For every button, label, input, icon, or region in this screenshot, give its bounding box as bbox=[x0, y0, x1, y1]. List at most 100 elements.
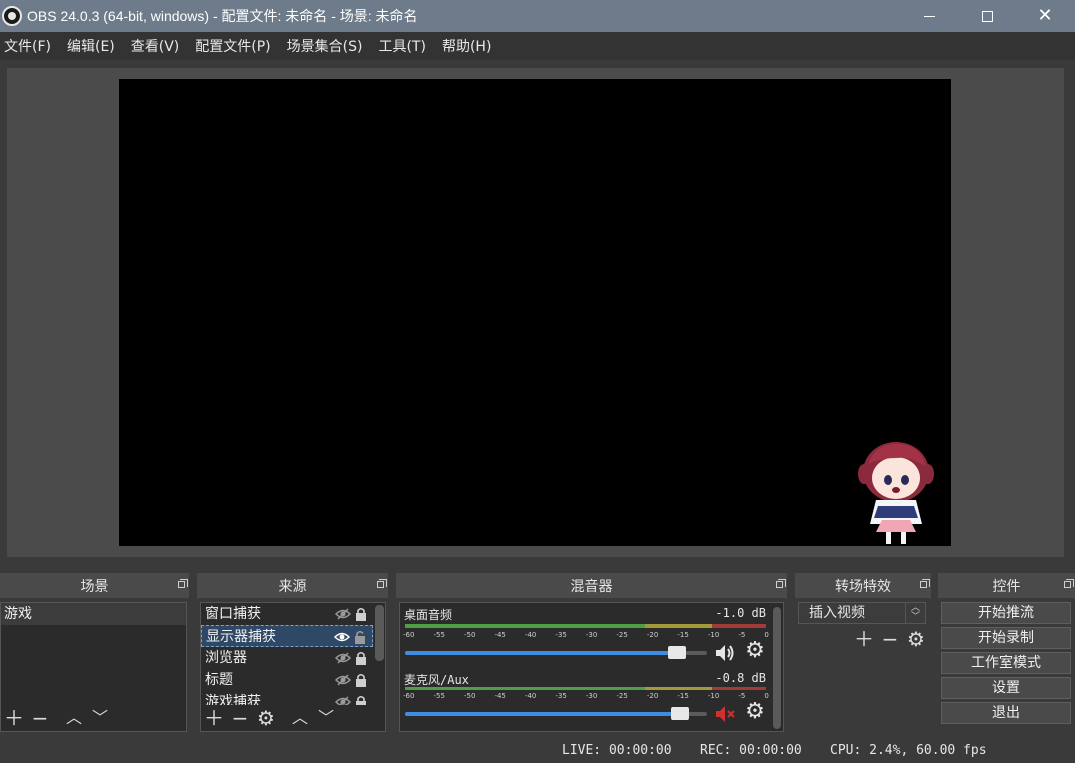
sources-dock-label: 来源 bbox=[278, 578, 307, 595]
transition-properties-button[interactable]: ⚙ bbox=[903, 626, 929, 652]
mixer-channel-db: -0.8 dB bbox=[715, 671, 766, 685]
source-item[interactable]: 标题 bbox=[201, 669, 373, 691]
mixer-dock-label: 混音器 bbox=[570, 578, 613, 595]
window-title: OBS 24.0.3 (64-bit, windows) - 配置文件: 未命名… bbox=[27, 8, 418, 24]
menu-file[interactable]: 文件(F) bbox=[0, 36, 59, 56]
sources-panel: 窗口捕获 显示器捕获 浏览器 标题 游戏捕获 ＋ − ⚙ ︿ ﹀ bbox=[200, 602, 386, 732]
exit-button[interactable]: 退出 bbox=[941, 702, 1071, 724]
scale-tick: -10 bbox=[707, 692, 720, 700]
preview-canvas[interactable] bbox=[119, 79, 951, 546]
scale-tick: -35 bbox=[555, 631, 567, 639]
move-up-button[interactable]: ︿ bbox=[287, 705, 313, 731]
transition-select[interactable]: 插入视频 ︿ ﹀ bbox=[798, 602, 926, 624]
status-bar: LIVE: 00:00:00 REC: 00:00:00 CPU: 2.4%, … bbox=[0, 740, 1075, 763]
start-streaming-button[interactable]: 开始推流 bbox=[941, 602, 1071, 624]
sources-scrollbar[interactable] bbox=[375, 605, 384, 661]
controls-dock-label: 控件 bbox=[992, 578, 1021, 595]
volume-slider[interactable] bbox=[405, 646, 707, 659]
speaker-icon[interactable] bbox=[713, 641, 737, 665]
scenes-panel: 游戏 ＋ − ︿ ﹀ bbox=[0, 602, 187, 732]
source-item[interactable]: 窗口捕获 bbox=[201, 603, 373, 625]
add-transition-button[interactable]: ＋ bbox=[851, 626, 877, 652]
scene-item[interactable]: 游戏 bbox=[1, 603, 186, 625]
transitions-dock-title: 转场特效 bbox=[795, 573, 931, 598]
mixer-dock-title: 混音器 bbox=[396, 573, 787, 598]
gear-icon[interactable]: ⚙ bbox=[743, 639, 767, 663]
scale-tick: 0 bbox=[764, 692, 769, 700]
move-down-button[interactable]: ﹀ bbox=[313, 705, 339, 731]
menu-edit[interactable]: 编辑(E) bbox=[63, 36, 123, 56]
settings-button[interactable]: 设置 bbox=[941, 677, 1071, 699]
scale-tick: -55 bbox=[433, 631, 445, 639]
source-label: 浏览器 bbox=[205, 650, 247, 666]
scale-tick: -20 bbox=[646, 631, 659, 639]
scale-tick: -25 bbox=[616, 692, 628, 700]
meter-scale: -60 -55 -50 -45 -40 -35 -30 -25 -20 -15 -10 -5 0 bbox=[403, 692, 769, 700]
undock-icon[interactable] bbox=[178, 579, 188, 588]
volume-slider[interactable] bbox=[405, 707, 707, 720]
scale-tick: -60 bbox=[403, 631, 415, 639]
menu-tools[interactable]: 工具(T) bbox=[374, 36, 433, 56]
eye-hidden-icon[interactable] bbox=[335, 606, 351, 622]
volume-slider-fill bbox=[405, 651, 677, 655]
eye-hidden-icon[interactable] bbox=[335, 650, 351, 666]
undock-icon[interactable] bbox=[776, 579, 786, 588]
speaker-muted-icon[interactable] bbox=[713, 702, 737, 726]
source-label: 显示器捕获 bbox=[206, 629, 276, 645]
controls-dock-title: 控件 bbox=[938, 573, 1075, 598]
scale-tick: -20 bbox=[646, 692, 659, 700]
close-button[interactable]: ✕ bbox=[1016, 0, 1074, 32]
transition-select-value: 插入视频 bbox=[809, 605, 865, 621]
undock-icon[interactable] bbox=[1064, 579, 1074, 588]
eye-hidden-icon[interactable] bbox=[335, 672, 351, 688]
volume-slider-knob[interactable] bbox=[671, 707, 689, 720]
menu-help[interactable]: 帮助(H) bbox=[438, 36, 499, 56]
minimize-button[interactable] bbox=[900, 0, 958, 32]
mascot-image bbox=[858, 442, 934, 544]
mixer-panel: 桌面音频 -1.0 dB -60 -55 -50 -45 -40 -35 -30 -25 -20… bbox=[399, 602, 784, 732]
maximize-button[interactable] bbox=[958, 0, 1016, 32]
sources-list: 窗口捕获 显示器捕获 浏览器 标题 游戏捕获 bbox=[201, 603, 373, 705]
mixer-channel-db: -1.0 dB bbox=[715, 606, 766, 620]
add-scene-button[interactable]: ＋ bbox=[1, 705, 27, 731]
preview-area[interactable] bbox=[7, 68, 1064, 557]
scenes-dock-label: 场景 bbox=[80, 578, 109, 595]
volume-meter bbox=[405, 687, 766, 691]
eye-hidden-icon[interactable] bbox=[335, 694, 351, 705]
gear-icon[interactable]: ⚙ bbox=[743, 700, 767, 724]
source-item-selected[interactable]: 显示器捕获 bbox=[201, 625, 373, 647]
lock-icon[interactable] bbox=[353, 672, 369, 688]
source-item[interactable]: 浏览器 bbox=[201, 647, 373, 669]
move-down-button[interactable]: ﹀ bbox=[87, 705, 113, 731]
sources-toolbar: ＋ − ⚙ ︿ ﹀ bbox=[201, 705, 385, 731]
remove-transition-button[interactable]: − bbox=[877, 626, 903, 652]
mixer-scrollbar[interactable] bbox=[773, 607, 781, 729]
source-label: 标题 bbox=[205, 672, 233, 688]
eye-icon[interactable] bbox=[334, 629, 350, 645]
source-item[interactable]: 游戏捕获 bbox=[201, 691, 373, 705]
undock-icon[interactable] bbox=[920, 579, 930, 588]
lock-icon[interactable] bbox=[353, 694, 369, 705]
volume-meter bbox=[405, 624, 766, 628]
studio-mode-button[interactable]: 工作室模式 bbox=[941, 652, 1071, 674]
add-source-button[interactable]: ＋ bbox=[201, 705, 227, 731]
unlock-icon[interactable] bbox=[352, 629, 368, 645]
undock-icon[interactable] bbox=[377, 579, 387, 588]
scale-tick: -10 bbox=[707, 631, 720, 639]
volume-slider-knob[interactable] bbox=[668, 646, 686, 659]
remove-source-button[interactable]: − bbox=[227, 705, 253, 731]
sources-dock-title: 来源 bbox=[197, 573, 388, 598]
scale-tick: -45 bbox=[494, 692, 506, 700]
obs-logo-icon bbox=[2, 6, 22, 26]
remove-scene-button[interactable]: − bbox=[27, 705, 53, 731]
menu-scene-collection[interactable]: 场景集合(S) bbox=[283, 36, 371, 56]
menu-profile[interactable]: 配置文件(P) bbox=[191, 36, 278, 56]
source-properties-button[interactable]: ⚙ bbox=[253, 705, 279, 731]
scale-tick: -35 bbox=[555, 692, 567, 700]
menu-view[interactable]: 查看(V) bbox=[127, 36, 188, 56]
lock-icon[interactable] bbox=[353, 650, 369, 666]
start-recording-button[interactable]: 开始录制 bbox=[941, 627, 1071, 649]
move-up-button[interactable]: ︿ bbox=[61, 705, 87, 731]
lock-icon[interactable] bbox=[353, 606, 369, 622]
scale-tick: -60 bbox=[403, 692, 415, 700]
